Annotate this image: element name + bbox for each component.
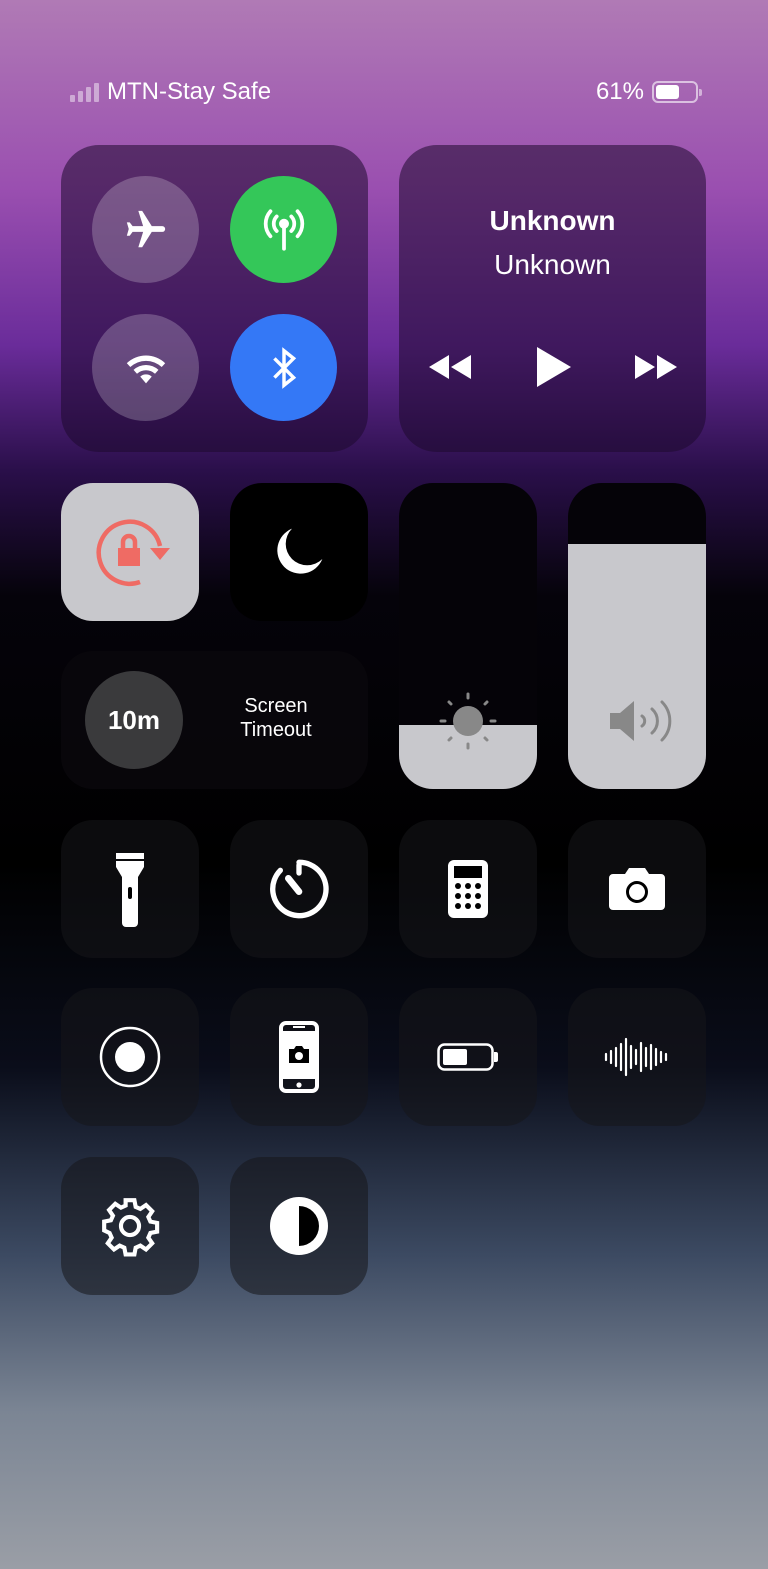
- low-power-mode-button[interactable]: [399, 988, 537, 1126]
- next-track-button[interactable]: [633, 351, 679, 383]
- status-bar: MTN-Stay Safe 61%: [70, 76, 702, 108]
- previous-track-button[interactable]: [427, 351, 473, 383]
- settings-icon: [102, 1198, 160, 1257]
- battery-saver-icon: [437, 1043, 498, 1071]
- moon-icon: [277, 528, 323, 574]
- screenshot-button[interactable]: [230, 988, 368, 1126]
- carrier-name: MTN-Stay Safe: [107, 78, 272, 105]
- battery-percent: 61%: [595, 78, 644, 105]
- media-title: Unknown: [489, 205, 616, 236]
- voice-memos-button[interactable]: [568, 988, 706, 1126]
- bluetooth-icon: [272, 346, 296, 389]
- airplane-icon: [126, 210, 165, 247]
- antenna-icon: [263, 208, 304, 251]
- screen-record-icon: [99, 1026, 161, 1088]
- brightness-slider[interactable]: [399, 483, 537, 789]
- signal-icon: [70, 82, 99, 102]
- play-button[interactable]: [533, 345, 573, 389]
- wifi-icon: [126, 355, 165, 383]
- calculator-button[interactable]: [399, 820, 537, 958]
- volume-fill: [568, 544, 706, 789]
- cellular-data-button[interactable]: [230, 176, 337, 283]
- media-panel: Unknown Unknown: [399, 145, 706, 452]
- bluetooth-button[interactable]: [230, 314, 337, 421]
- sun-icon: [439, 692, 497, 750]
- connectivity-panel: [61, 145, 368, 452]
- screenshot-icon: [279, 1021, 319, 1093]
- media-artist: Unknown: [494, 249, 611, 280]
- rotation-lock-icon: [96, 519, 170, 586]
- screen-timeout-tile[interactable]: 10m Screen Timeout: [61, 651, 368, 789]
- settings-button[interactable]: [61, 1157, 199, 1295]
- timer-icon: [270, 859, 329, 919]
- timeout-value: 10m: [85, 671, 183, 769]
- speaker-icon: [610, 700, 672, 742]
- camera-icon: [609, 868, 665, 910]
- do-not-disturb-button[interactable]: [230, 483, 368, 621]
- flashlight-button[interactable]: [61, 820, 199, 958]
- camera-button[interactable]: [568, 820, 706, 958]
- battery-icon: [652, 81, 702, 103]
- timeout-label: Screen: [244, 695, 308, 717]
- airplane-mode-button[interactable]: [92, 176, 199, 283]
- timer-button[interactable]: [230, 820, 368, 958]
- calculator-icon: [448, 860, 488, 918]
- flashlight-icon: [116, 853, 144, 927]
- dark-mode-icon: [270, 1197, 328, 1255]
- volume-slider[interactable]: [568, 483, 706, 789]
- voice-memo-icon: [604, 1037, 668, 1077]
- rotation-lock-button[interactable]: [61, 483, 199, 621]
- screen-record-button[interactable]: [61, 988, 199, 1126]
- timeout-label-2: Timeout: [240, 719, 312, 741]
- dark-mode-button[interactable]: [230, 1157, 368, 1295]
- wifi-button[interactable]: [92, 314, 199, 421]
